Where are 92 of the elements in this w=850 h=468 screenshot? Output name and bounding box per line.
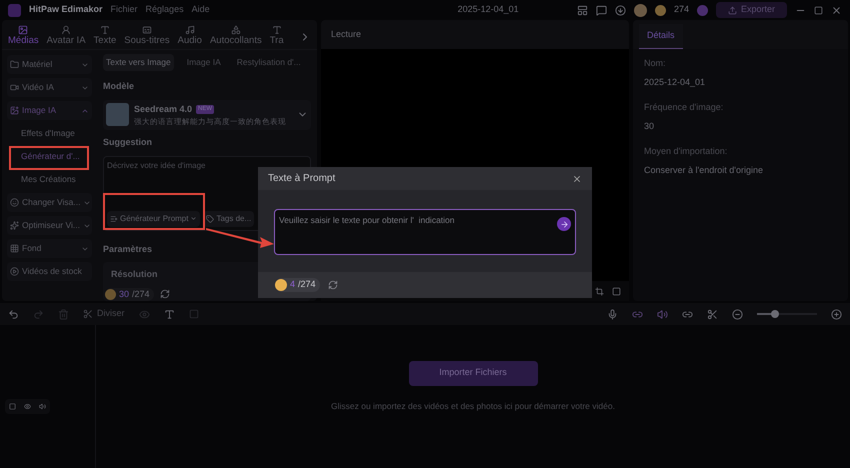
suggestion-tool-button[interactable]: Générateur Prompt [107, 210, 200, 226]
layout-icon[interactable] [576, 4, 588, 16]
audio-icon[interactable] [657, 308, 668, 320]
sidebar-item[interactable]: Image IA [7, 101, 92, 120]
credit-counter: 30 /274 [105, 288, 154, 301]
media-tab[interactable]: Avatar IA [46, 25, 86, 49]
avatar-icon[interactable] [634, 4, 647, 16]
timeline-hint: Glissez ou importez des vidéos et des photos ici pour démarrer votre vidéo. [331, 400, 615, 412]
media-tab[interactable]: Audio [178, 25, 202, 49]
microphone-icon[interactable] [607, 308, 618, 320]
folder-icon [10, 60, 19, 69]
feedback-icon[interactable] [596, 4, 607, 16]
text-icon [100, 25, 110, 35]
field-value: 30 [644, 120, 656, 132]
close-icon[interactable] [572, 174, 582, 184]
send-icon[interactable] [557, 217, 571, 231]
project-title: 2025-12-04_01 [458, 3, 519, 16]
app-logo-icon [8, 4, 21, 16]
image-icon [10, 106, 19, 115]
credit-count: 274 [674, 3, 689, 16]
track-controls-drawing [5, 399, 50, 414]
image-icon [18, 25, 28, 35]
sidebar-subitem[interactable]: Mes Créations [7, 170, 92, 189]
app-name: HitPaw Edimakor [29, 3, 103, 16]
mode-tab[interactable]: Image IA [184, 54, 224, 71]
download-icon[interactable] [614, 4, 626, 16]
sidebar-item[interactable]: Vidéos de stock [7, 262, 92, 281]
media-tab[interactable]: Texte [94, 25, 116, 49]
media-tab[interactable]: Sous-titres [124, 25, 170, 49]
pointer-arrow [206, 226, 274, 248]
text-icon[interactable] [164, 308, 175, 320]
sidebar-subitem[interactable]: Générateur d'... [7, 147, 92, 166]
field-value: 2025-12-04_01 [644, 76, 706, 89]
refresh-icon[interactable] [328, 280, 338, 290]
grid-icon [10, 244, 19, 253]
sidebar-item[interactable]: Fond [7, 239, 92, 258]
media-tab[interactable]: Médias [8, 25, 39, 49]
fullscreen-icon[interactable] [612, 286, 621, 296]
caret-icon [190, 215, 198, 222]
split-button[interactable]: Diviser [83, 307, 125, 321]
media-tab[interactable]: Tra [270, 25, 284, 49]
sidebar-item[interactable]: Vidéo IA [7, 78, 92, 97]
details-tab[interactable]: Détails [639, 24, 683, 49]
upload-icon [728, 6, 737, 14]
video-icon [10, 83, 19, 92]
refresh-icon[interactable] [160, 289, 170, 300]
section-heading: Suggestion [103, 136, 152, 150]
menu-item[interactable]: Aide [192, 3, 210, 17]
maximize-icon[interactable] [814, 6, 823, 14]
prompt-input[interactable]: Veuillez saisir le texte pour obtenir l' indication [274, 209, 576, 255]
sidebar-item[interactable]: Changer Visa... [7, 193, 92, 212]
model-logo-icon [106, 103, 129, 126]
import-button[interactable]: Importer Fichiers [408, 360, 538, 386]
menu-item[interactable]: Réglages [146, 3, 184, 17]
sidebar-item[interactable]: Optimiseur Vi... [7, 216, 92, 235]
shapes-icon [230, 25, 241, 35]
resolution-label: Résolution [111, 268, 158, 281]
coin-icon [654, 4, 666, 16]
play-icon [10, 267, 19, 276]
crop-icon[interactable] [595, 286, 604, 296]
field-value: Conserver à l'endroit d'origine [644, 164, 764, 177]
field-label: Nom: [644, 57, 667, 70]
tag-icon [206, 214, 214, 222]
zoom-out-icon[interactable] [732, 308, 743, 320]
undo-icon[interactable] [8, 308, 19, 320]
captions-icon [142, 25, 152, 35]
credit-counter: 4 /274 [275, 278, 320, 292]
list-icon [110, 214, 118, 222]
section-heading: Modèle [103, 80, 134, 93]
export-button[interactable]: Exporter [716, 2, 787, 18]
mode-tab[interactable]: Texte vers Image [103, 54, 174, 71]
music-note-icon [184, 25, 195, 35]
person-icon [61, 25, 72, 35]
sidebar-item[interactable]: Matériel [7, 55, 92, 74]
suggestion-tool-button[interactable]: Tags de... [203, 210, 254, 226]
zoom-slider[interactable] [757, 310, 817, 318]
zoom-in-icon[interactable] [831, 308, 842, 320]
text-icon [272, 25, 282, 35]
media-tab[interactable]: Autocollants [210, 25, 262, 49]
menu-item[interactable]: Fichier [110, 3, 138, 17]
close-icon[interactable] [831, 4, 842, 16]
face-icon [10, 198, 19, 207]
sparkle-icon [10, 221, 19, 230]
section-heading: Paramètres [103, 242, 152, 256]
sidebar-subitem[interactable]: Effets d'Image [7, 124, 92, 143]
field-label: Fréquence d'image: [644, 101, 724, 114]
suggestion-placeholder: Décrivez votre idée d'image [107, 160, 206, 172]
model-name: Seedream 4.0 [134, 102, 192, 116]
mode-tab[interactable]: Restylisation d'... [234, 54, 304, 71]
panel-title: Lecture [331, 28, 362, 41]
scissors-icon [83, 309, 93, 319]
field-label: Moyen d'importation: [644, 145, 728, 158]
